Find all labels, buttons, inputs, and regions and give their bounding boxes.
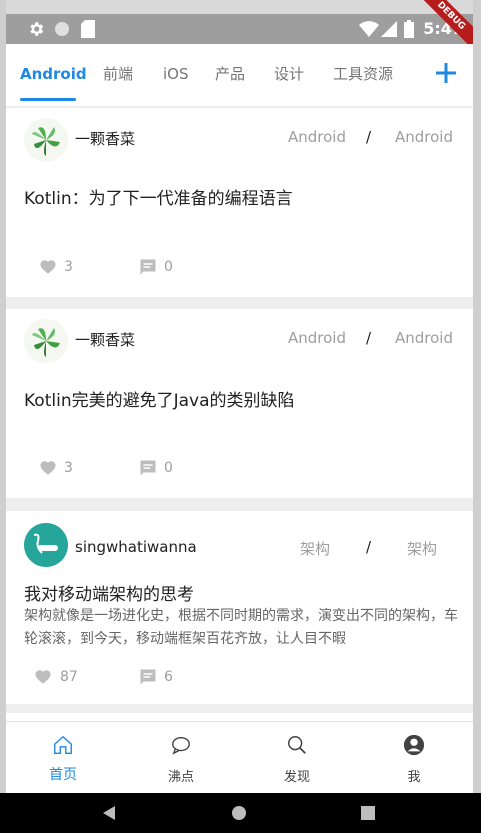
- tab-product[interactable]: 产品: [215, 44, 245, 104]
- post-author[interactable]: 一颗香菜: [75, 329, 135, 350]
- heart-icon[interactable]: [39, 459, 57, 477]
- avatar[interactable]: [24, 118, 68, 162]
- search-icon: [288, 736, 306, 754]
- signal-icon: [380, 14, 398, 44]
- nav-label: 首页: [49, 767, 77, 783]
- tab-tools[interactable]: 工具资源: [333, 44, 393, 104]
- settings-icon: [26, 14, 46, 44]
- recents-icon[interactable]: [361, 806, 375, 820]
- post-card[interactable]: singwhatiwanna 架构 / 架构 我对移动端架构的思考 架构就像是一…: [6, 511, 473, 704]
- post-summary: 架构就像是一场进化史，根据不同时期的需求，演变出不同的架构，车轮滚滚，到今天，移…: [24, 608, 458, 647]
- comment-icon[interactable]: [139, 459, 157, 477]
- plus-icon[interactable]: [433, 60, 459, 86]
- back-icon[interactable]: [101, 805, 117, 821]
- like-count: 3: [64, 460, 73, 476]
- leaf-icon: [24, 319, 68, 363]
- category-tab-bar: Android 前端 iOS 产品 设计 工具资源: [6, 44, 473, 107]
- home-icon: [54, 735, 72, 754]
- like-count: 87: [60, 669, 78, 685]
- tab-ios[interactable]: iOS: [163, 44, 189, 104]
- wifi-icon: [358, 14, 380, 44]
- category-separator: /: [366, 329, 372, 347]
- sd-card-icon: [78, 14, 98, 44]
- system-nav-bar: [0, 793, 481, 833]
- avatar[interactable]: [24, 319, 68, 363]
- like-count: 3: [64, 259, 73, 275]
- nav-item-me[interactable]: 我: [374, 722, 454, 794]
- nav-label: 发现: [283, 770, 310, 785]
- nav-label: 我: [407, 770, 421, 785]
- comment-count: 0: [164, 460, 173, 476]
- bottom-navigation: 首页 沸点 发现 我: [6, 721, 473, 794]
- heart-icon[interactable]: [34, 668, 52, 686]
- post-card-partial: [6, 713, 473, 721]
- tab-design[interactable]: 设计: [274, 44, 304, 104]
- post-subcategory[interactable]: Android: [395, 329, 453, 347]
- screen-top-strip: [0, 0, 481, 14]
- post-author[interactable]: singwhatiwanna: [75, 538, 197, 556]
- post-title[interactable]: Kotlin完美的避免了Java的类别缺陷: [24, 386, 295, 411]
- comment-count: 0: [164, 259, 173, 275]
- post-title[interactable]: Kotlin：为了下一代准备的编程语言: [24, 184, 293, 209]
- post-category[interactable]: 架构: [300, 538, 330, 559]
- chat-bubble-icon: [172, 736, 190, 755]
- right-frame: [473, 0, 481, 793]
- nav-label: 沸点: [167, 770, 194, 785]
- comment-count: 6: [164, 669, 173, 685]
- comment-icon[interactable]: [139, 668, 157, 686]
- nav-item-pins[interactable]: 沸点: [141, 722, 221, 794]
- post-card[interactable]: 一颗香菜 Android / Android Kotlin完美的避免了Java的…: [6, 309, 473, 498]
- active-tab-indicator: [20, 98, 76, 101]
- post-title[interactable]: 我对移动端架构的思考: [24, 580, 194, 605]
- tab-frontend[interactable]: 前端: [103, 44, 133, 104]
- category-separator: /: [366, 128, 372, 146]
- status-bar: 5:47 DEBUG: [6, 0, 473, 58]
- nav-item-discover[interactable]: 发现: [257, 722, 337, 794]
- post-category[interactable]: Android: [288, 128, 346, 146]
- heart-icon[interactable]: [39, 258, 57, 276]
- person-icon: [403, 734, 425, 756]
- logo-icon: [24, 523, 68, 567]
- avatar[interactable]: [24, 523, 68, 567]
- circle-icon: [52, 14, 72, 44]
- tab-android[interactable]: Android: [20, 44, 87, 104]
- post-card[interactable]: 一颗香菜 Android / Android Kotlin：为了下一代准备的编程…: [6, 108, 473, 297]
- post-category[interactable]: Android: [288, 329, 346, 347]
- category-separator: /: [366, 538, 372, 556]
- leaf-icon: [24, 118, 68, 162]
- post-subcategory[interactable]: 架构: [407, 538, 437, 559]
- post-subcategory[interactable]: Android: [395, 128, 453, 146]
- post-feed: 一颗香菜 Android / Android Kotlin：为了下一代准备的编程…: [6, 106, 473, 721]
- comment-icon[interactable]: [139, 258, 157, 276]
- home-circle-icon[interactable]: [231, 805, 247, 821]
- post-author[interactable]: 一颗香菜: [75, 128, 135, 149]
- nav-item-home[interactable]: 首页: [23, 722, 103, 794]
